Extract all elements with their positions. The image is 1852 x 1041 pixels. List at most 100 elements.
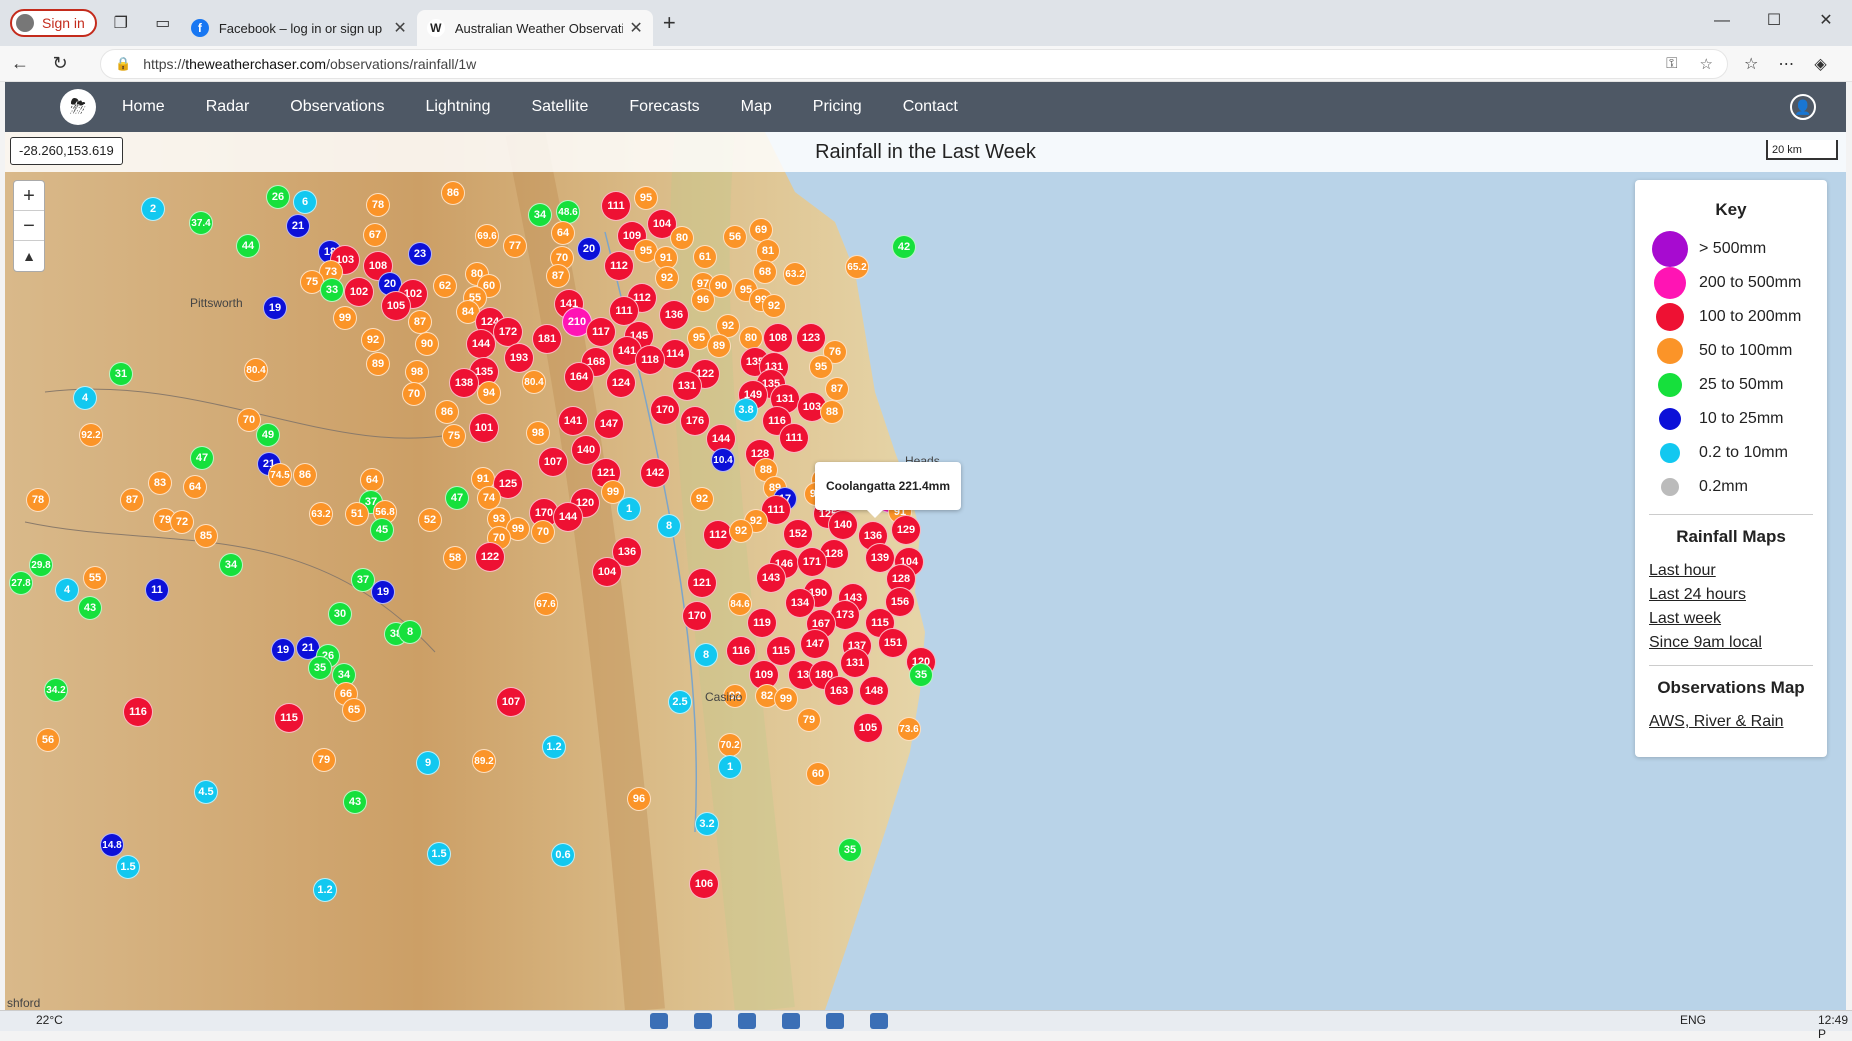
rainfall-station-marker[interactable]: 116	[123, 697, 153, 727]
rainfall-station-marker[interactable]: 1.2	[542, 735, 566, 759]
rainfall-station-marker[interactable]: 104	[592, 557, 622, 587]
rainfall-station-marker[interactable]: 42	[892, 235, 916, 259]
rainfall-station-marker[interactable]: 51	[345, 502, 369, 526]
rainfall-station-marker[interactable]: 0.6	[551, 843, 575, 867]
rainfall-station-marker[interactable]: 4	[55, 578, 79, 602]
rainfall-station-marker[interactable]: 151	[878, 628, 908, 658]
nav-satellite[interactable]: Satellite	[531, 98, 588, 116]
rainfall-station-marker[interactable]: 78	[26, 488, 50, 512]
nav-home[interactable]: Home	[122, 98, 165, 116]
rainfall-station-marker[interactable]: 56	[36, 728, 60, 752]
user-account-icon[interactable]: 👤	[1790, 94, 1816, 120]
rainfall-station-marker[interactable]: 111	[779, 423, 809, 453]
rainfall-station-marker[interactable]: 9	[416, 751, 440, 775]
nav-lightning[interactable]: Lightning	[426, 98, 491, 116]
url-field[interactable]: 🔒 https://theweatherchaser.com/observati…	[100, 48, 1728, 79]
rainfall-station-marker[interactable]: 170	[682, 601, 712, 631]
rainfall-station-marker[interactable]: 92	[655, 266, 679, 290]
rainfall-station-marker[interactable]: 37.4	[189, 211, 213, 235]
rainfall-station-marker[interactable]: 80.4	[244, 358, 268, 382]
rainfall-station-marker[interactable]: 1.5	[427, 842, 451, 866]
nav-radar[interactable]: Radar	[206, 98, 250, 116]
rainfall-station-marker[interactable]: 108	[763, 323, 793, 353]
rainfall-station-marker[interactable]: 65.2	[845, 255, 869, 279]
rainfall-station-marker[interactable]: 63.2	[783, 262, 807, 286]
rainfall-station-marker[interactable]: 2	[141, 197, 165, 221]
rainfall-station-marker[interactable]: 11	[145, 578, 169, 602]
more-menu-icon[interactable]: ⋯	[1778, 54, 1794, 74]
site-logo-icon[interactable]: ⛈	[60, 89, 96, 125]
rainfall-station-marker[interactable]: 56	[723, 225, 747, 249]
rainfall-station-marker[interactable]: 92.2	[79, 423, 103, 447]
rainfall-station-marker[interactable]: 31	[109, 362, 133, 386]
rainfall-station-marker[interactable]: 148	[859, 676, 889, 706]
link-last-24-hours[interactable]: Last 24 hours	[1649, 583, 1813, 607]
rainfall-station-marker[interactable]: 19	[271, 638, 295, 662]
nav-pricing[interactable]: Pricing	[813, 98, 862, 116]
rainfall-station-marker[interactable]: 69.6	[475, 224, 499, 248]
rainfall-station-marker[interactable]: 49	[256, 423, 280, 447]
rainfall-station-marker[interactable]: 79	[797, 708, 821, 732]
rainfall-station-marker[interactable]: 6	[293, 190, 317, 214]
rainfall-station-marker[interactable]: 47	[190, 446, 214, 470]
link-since-9am[interactable]: Since 9am local	[1649, 631, 1813, 655]
rainfall-station-marker[interactable]: 152	[783, 519, 813, 549]
rainfall-station-marker[interactable]: 34.2	[44, 678, 68, 702]
rainfall-station-marker[interactable]: 89	[366, 352, 390, 376]
minimize-icon[interactable]: —	[1696, 0, 1748, 42]
rainfall-station-marker[interactable]: 26	[266, 185, 290, 209]
rainfall-station-marker[interactable]: 73.6	[897, 717, 921, 741]
rainfall-station-marker[interactable]: 164	[564, 362, 594, 392]
rainfall-station-marker[interactable]: 141	[558, 406, 588, 436]
reset-north-icon[interactable]: ▲	[14, 241, 44, 271]
rainfall-station-marker[interactable]: 77	[503, 234, 527, 258]
nav-forecasts[interactable]: Forecasts	[629, 98, 699, 116]
rainfall-station-marker[interactable]: 144	[553, 502, 583, 532]
rainfall-station-marker[interactable]: 118	[635, 345, 665, 375]
rainfall-station-marker[interactable]: 96	[627, 787, 651, 811]
rainfall-station-marker[interactable]: 75	[442, 424, 466, 448]
rainfall-station-marker[interactable]: 20	[577, 237, 601, 261]
rainfall-station-marker[interactable]: 67	[363, 223, 387, 247]
rainfall-station-marker[interactable]: 62	[433, 274, 457, 298]
rainfall-station-marker[interactable]: 87	[825, 377, 849, 401]
tab-weather[interactable]: W Australian Weather Observations ✕	[416, 10, 653, 46]
maximize-icon[interactable]: ☐	[1748, 0, 1800, 42]
rainfall-map[interactable]: 2 26 6 37.4 21 44 18 103 108 23 78 67 86 69.6 77 34 48.6…	[5, 132, 1846, 1010]
rainfall-station-marker[interactable]: 8	[398, 620, 422, 644]
rainfall-station-marker[interactable]: 98	[526, 421, 550, 445]
rainfall-station-marker[interactable]: 87	[408, 310, 432, 334]
rainfall-station-marker[interactable]: 170	[650, 395, 680, 425]
rainfall-station-marker[interactable]: 34	[528, 203, 552, 227]
rainfall-station-marker[interactable]: 8	[657, 514, 681, 538]
rainfall-station-marker[interactable]: 143	[756, 563, 786, 593]
rainfall-station-marker[interactable]: 115	[274, 703, 304, 733]
tab-facebook[interactable]: f Facebook – log in or sign up ✕	[181, 10, 417, 46]
close-window-icon[interactable]: ✕	[1800, 0, 1852, 42]
rainfall-station-marker[interactable]: 34	[219, 553, 243, 577]
rainfall-station-marker[interactable]: 87	[120, 488, 144, 512]
rainfall-station-marker[interactable]: 95	[634, 186, 658, 210]
rainfall-station-marker[interactable]: 10.4	[711, 448, 735, 472]
rainfall-station-marker[interactable]: 140	[828, 510, 858, 540]
rainfall-station-marker[interactable]: 72	[170, 510, 194, 534]
rainfall-station-marker[interactable]: 29.8	[29, 553, 53, 577]
rainfall-station-marker[interactable]: 163	[824, 676, 854, 706]
rainfall-station-marker[interactable]: 65	[342, 698, 366, 722]
rainfall-station-marker[interactable]: 44	[236, 234, 260, 258]
rainfall-station-marker[interactable]: 138	[449, 368, 479, 398]
rainfall-station-marker[interactable]: 43	[343, 790, 367, 814]
link-aws-river-rain[interactable]: AWS, River & Rain	[1649, 710, 1813, 734]
rainfall-station-marker[interactable]: 35	[909, 663, 933, 687]
rainfall-station-marker[interactable]: 68	[753, 260, 777, 284]
rainfall-station-marker[interactable]: 21	[286, 214, 310, 238]
link-last-week[interactable]: Last week	[1649, 607, 1813, 631]
start-icon[interactable]	[650, 1013, 668, 1029]
rainfall-station-marker[interactable]: 78	[366, 193, 390, 217]
zoom-in-button[interactable]: +	[14, 181, 44, 211]
rainfall-station-marker[interactable]: 181	[532, 324, 562, 354]
rainfall-station-marker[interactable]: 43	[78, 596, 102, 620]
rainfall-station-marker[interactable]: 92	[762, 294, 786, 318]
rainfall-station-marker[interactable]: 55	[83, 566, 107, 590]
rainfall-station-marker[interactable]: 114	[660, 339, 690, 369]
